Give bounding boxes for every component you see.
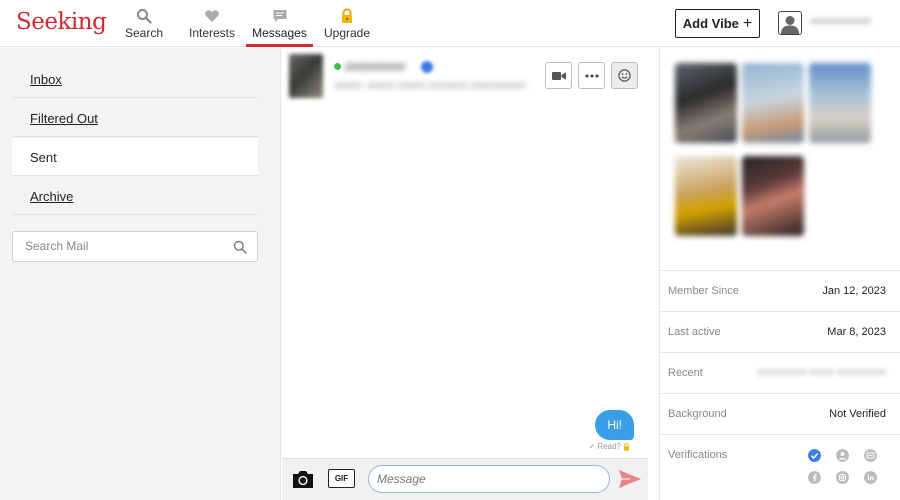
folder-inbox-label: Inbox (30, 72, 62, 87)
read-receipt: ✓ Read? (589, 442, 630, 451)
add-vibe-button[interactable]: Add Vibe + (675, 9, 760, 38)
member-since-value: Jan 12, 2023 (822, 285, 886, 297)
facebook-icon (808, 471, 821, 484)
folder-sent[interactable]: Sent (12, 138, 258, 176)
conversation-panel: ######### #####, ##### ##### ####### ###… (282, 48, 648, 500)
verification-icons (808, 447, 878, 487)
info-row-member-since: Member Since Jan 12, 2023 (660, 270, 900, 311)
emoji-button[interactable] (611, 62, 638, 89)
recent-label: Recent (668, 367, 703, 379)
nav-interests-label: Interests (188, 26, 236, 40)
nav-interests[interactable]: Interests (187, 0, 237, 47)
message-input[interactable] (377, 472, 597, 486)
message-composer: GIF (282, 458, 648, 500)
smiley-icon (618, 69, 631, 82)
add-vibe-label: Add Vibe (682, 16, 739, 31)
gif-button[interactable]: GIF (328, 469, 355, 488)
seeking-logo[interactable]: Seeking (16, 9, 107, 35)
nav-messages-label: Messages (252, 26, 307, 40)
lock-icon (342, 8, 352, 23)
checkmark-icon: ✓ (588, 442, 596, 451)
heart-icon (205, 10, 219, 22)
profile-panel: Member Since Jan 12, 2023 Last active Ma… (659, 48, 900, 500)
conversation-header: ######### #####, ##### ##### ####### ###… (282, 48, 648, 104)
contact-avatar[interactable] (289, 54, 323, 98)
folder-filtered-out-label: Filtered Out (30, 111, 98, 126)
message-bubble-outgoing[interactable]: Hi! (595, 410, 634, 440)
search-icon[interactable] (233, 240, 247, 254)
verifications-label: Verifications (668, 449, 728, 461)
instagram-icon (836, 471, 849, 484)
profile-photo[interactable] (675, 156, 737, 236)
folder-archive[interactable]: Archive (12, 177, 258, 215)
contact-meta: #####, ##### ##### ####### ########## (334, 81, 526, 92)
nav-upgrade[interactable]: Upgrade (322, 0, 372, 47)
id-card-icon (864, 449, 877, 462)
profile-photo[interactable] (809, 63, 871, 143)
background-label: Background (668, 408, 727, 420)
search-mail-box (12, 231, 258, 262)
folder-inbox[interactable]: Inbox (12, 60, 258, 98)
user-avatar[interactable] (778, 11, 802, 35)
message-list[interactable]: Hi! ✓ Read? (282, 104, 648, 456)
top-bar: Seeking Search Interests Messages Upgrad… (0, 0, 900, 47)
nav-search-label: Search (124, 26, 164, 40)
username[interactable]: ########## (810, 16, 871, 28)
check-circle-icon (808, 449, 821, 462)
folder-archive-label: Archive (30, 189, 74, 204)
contact-name[interactable]: ######### (345, 60, 405, 74)
search-mail-input[interactable] (25, 239, 225, 253)
info-row-background: Background Not Verified (660, 393, 900, 434)
info-row-last-active: Last active Mar 8, 2023 (660, 311, 900, 352)
video-call-button[interactable] (545, 62, 572, 89)
info-row-recent: Recent ######## #### ######## (660, 352, 900, 393)
message-input-box (368, 465, 610, 493)
nav-upgrade-label: Upgrade (323, 26, 371, 40)
nav-messages[interactable]: Messages (246, 0, 313, 47)
chat-bubble-icon (273, 10, 286, 22)
camera-icon[interactable] (291, 468, 315, 490)
mail-sidebar: Inbox Filtered Out Sent Archive (0, 48, 281, 500)
read-status-label: Read? (597, 442, 621, 451)
nav-search[interactable]: Search (124, 0, 164, 47)
folder-filtered-out[interactable]: Filtered Out (12, 99, 258, 137)
user-silhouette-icon (781, 16, 799, 34)
plus-icon: + (742, 14, 753, 32)
member-since-label: Member Since (668, 285, 739, 297)
profile-photo[interactable] (742, 156, 804, 236)
send-arrow-icon[interactable] (618, 469, 642, 489)
last-active-label: Last active (668, 326, 721, 338)
folder-sent-label: Sent (30, 150, 57, 165)
verified-badge-icon (421, 61, 433, 73)
user-circle-icon (836, 449, 849, 462)
background-value: Not Verified (829, 408, 886, 420)
last-active-value: Mar 8, 2023 (827, 326, 886, 338)
recent-value: ######## #### ######## (757, 367, 886, 379)
more-dots-icon (585, 74, 598, 77)
info-row-verifications: Verifications (660, 434, 900, 500)
linkedin-icon (864, 471, 877, 484)
more-options-button[interactable] (578, 62, 605, 89)
magnifier-icon (137, 9, 152, 24)
video-camera-icon (551, 71, 566, 80)
online-indicator (334, 63, 341, 70)
profile-photo[interactable] (742, 63, 804, 143)
lock-icon (624, 442, 629, 451)
profile-photo[interactable] (675, 63, 737, 143)
